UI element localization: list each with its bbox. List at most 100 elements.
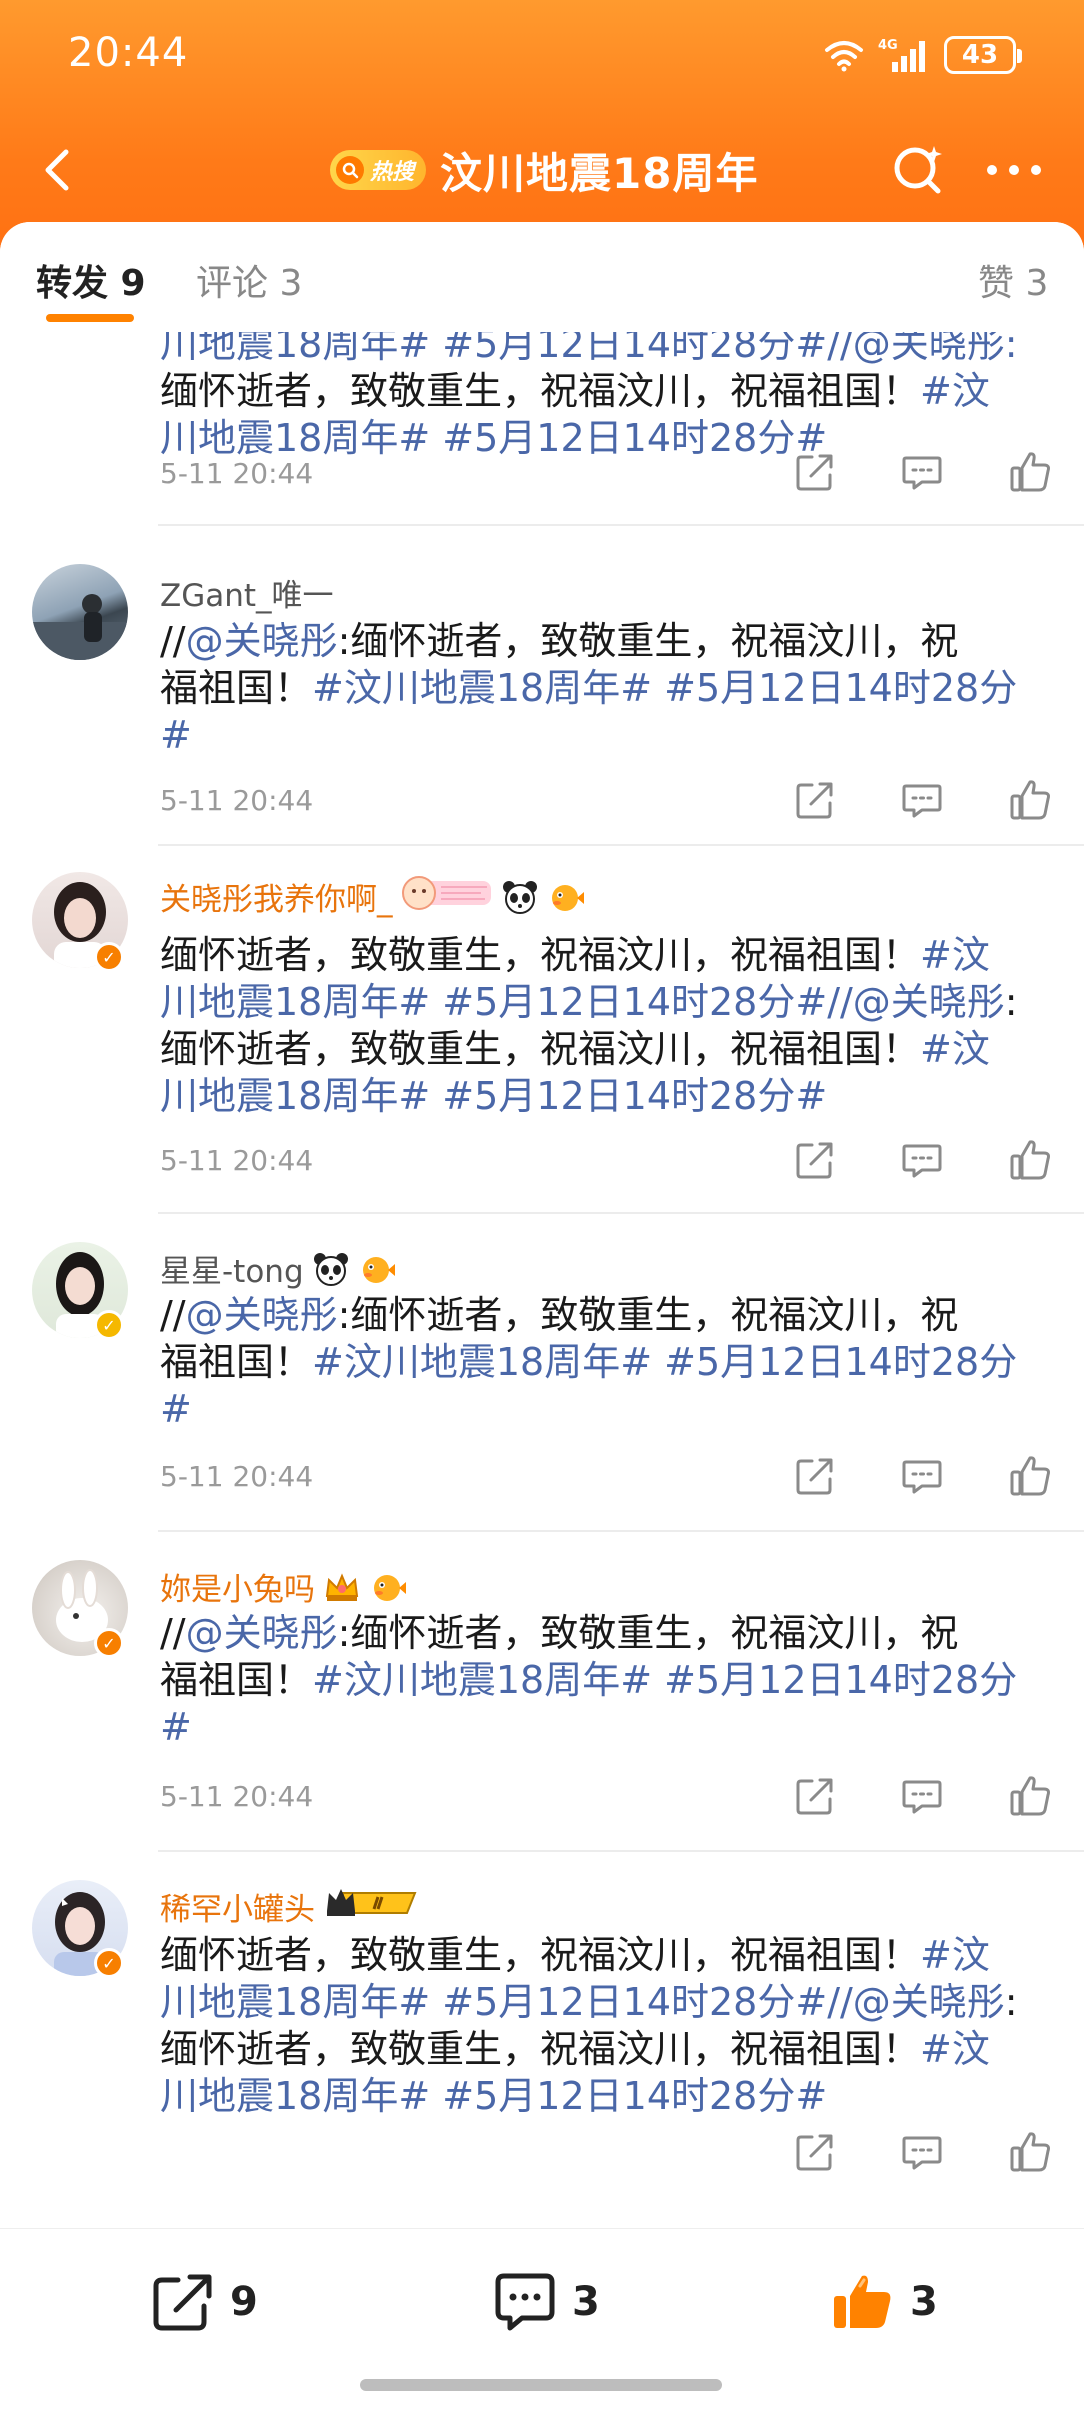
username[interactable]: 稀罕小罐头 [160,1884,423,1929]
post-text: //@关晓彤:缅怀逝者，致敬重生，祝福汶川，祝 福祖国！#汶川地震18周年# #5… [160,618,1060,759]
post-text-segment: 缅怀逝者，致敬重生，祝福汶川，祝福祖国！ [160,1027,921,1071]
comment-icon[interactable] [898,1136,946,1184]
topic-link[interactable]: 川地震18周年# #5月12日14时28分# [160,416,827,460]
topic-link[interactable]: #汶 [920,933,990,977]
home-indicator[interactable] [360,2379,722,2391]
post-text-line: 川地震18周年# #5月12日14时28分# [160,2073,1060,2120]
search-icon [336,156,364,184]
battery-level: 43 [961,40,999,70]
username-label: 妳是小兔吗 [160,1572,315,1608]
topic-link[interactable]: #汶 [920,2027,990,2071]
search-icon[interactable] [888,140,948,200]
post-text-line: 福祖国！#汶川地震18周年# #5月12日14时28分 [160,665,1060,712]
list-item: ✓ 关晓彤我养你啊_ 缅怀逝者，致敬重生，祝福汶川，祝福祖国！#汶 川地震18周年… [0,846,1084,1214]
repost-icon [153,2274,212,2331]
username[interactable]: ZGant_唯一 [160,570,334,615]
post-actions [790,1452,1054,1500]
more-icon[interactable] [980,144,1048,196]
username[interactable]: 关晓彤我养你啊_ [160,874,585,919]
panda-icon [501,879,539,915]
like-icon[interactable] [1006,1452,1054,1500]
topic-link[interactable]: #汶 [920,1933,990,1977]
post-text-segment: :缅怀逝者，致敬重生，祝福汶川，祝 [337,1293,959,1337]
post-time: 5-11 20:44 [160,784,314,817]
topic-link[interactable]: 川地震18周年# #5月12日14时28分#//@关晓彤 [160,980,1005,1024]
post-text-line: //@关晓彤:缅怀逝者，致敬重生，祝福汶川，祝 [160,1610,1060,1657]
post-text-line: //@关晓彤:缅怀逝者，致敬重生，祝福汶川，祝 [160,1292,1060,1339]
post-text-line: 福祖国！#汶川地震18周年# #5月12日14时28分 [160,1339,1060,1386]
tab-like[interactable]: 赞 3 [978,254,1048,306]
post-text-line: //@关晓彤:缅怀逝者，致敬重生，祝福汶川，祝 [160,618,1060,665]
topic-link[interactable]: 川地震18周年# #5月12日14时28分#//@关晓彤: [160,332,1018,366]
repost-icon[interactable] [790,1772,838,1820]
post-text-segment: : [1004,980,1018,1024]
post-text-segment: : [1004,1980,1018,2024]
repost-button[interactable]: 9 [150,2269,258,2335]
topic-link[interactable]: #汶川地震18周年# #5月12日14时28分 [312,1658,1017,1702]
comment-icon[interactable] [898,1772,946,1820]
status-time: 20:44 [68,30,189,76]
repost-icon[interactable] [790,1452,838,1500]
fan-badge-icon [401,875,493,919]
comment-icon[interactable] [898,1452,946,1500]
verified-badge-icon: ✓ [94,942,124,972]
repost-icon[interactable] [790,1136,838,1184]
post-time: 5-11 20:44 [160,1144,314,1177]
post-time: 5-11 20:44 [160,1780,314,1813]
topic-link[interactable]: 川地震18周年# #5月12日14时28分#//@关晓彤 [160,1980,1005,2024]
like-icon[interactable] [1006,1772,1054,1820]
repost-icon[interactable] [790,776,838,824]
username-label: 星星-tong [160,1254,304,1290]
comment-icon[interactable] [898,448,946,496]
bottom-action-bar: 9 3 3 [0,2228,1084,2412]
like-button[interactable]: 3 [830,2269,938,2335]
topic-link[interactable]: #汶 [920,369,990,413]
topic-link[interactable]: #汶 [920,1027,990,1071]
post-text-segment: 缅怀逝者，致敬重生，祝福汶川，祝福祖国！ [160,1933,921,1977]
repost-list[interactable]: 川地震18周年# #5月12日14时28分#//@关晓彤: 缅怀逝者，致敬重生，祝… [0,332,1084,2202]
comment-count: 3 [572,2279,600,2325]
topic-link[interactable]: 川地震18周年# #5月12日14时28分# [160,2074,827,2118]
post-actions [790,448,1054,496]
comment-icon[interactable] [898,776,946,824]
like-icon[interactable] [1006,776,1054,824]
comment-icon[interactable] [898,2128,946,2176]
like-icon[interactable] [1006,2128,1054,2176]
topic-link[interactable]: @关晓彤 [186,1293,338,1337]
post-text: 缅怀逝者，致敬重生，祝福汶川，祝福祖国！#汶 川地震18周年# #5月12日14时… [160,1932,1060,2120]
hot-search-badge: 热搜 [330,150,427,190]
topic-link[interactable]: #汶川地震18周年# #5月12日14时28分 [312,1340,1017,1384]
post-text-line: 缅怀逝者，致敬重生，祝福汶川，祝福祖国！#汶 [160,368,1060,415]
comment-icon [495,2273,555,2331]
like-icon[interactable] [1006,1136,1054,1184]
post-actions [790,1136,1054,1184]
username[interactable]: 妳是小兔吗 [160,1564,407,1609]
post-text-line: # [160,1386,1060,1433]
post-text: //@关晓彤:缅怀逝者，致敬重生，祝福汶川，祝 福祖国！#汶川地震18周年# #5… [160,1292,1060,1433]
tab-comment[interactable]: 评论 3 [196,254,302,306]
verified-badge-icon: ✓ [94,1310,124,1340]
post-actions [790,776,1054,824]
repost-icon[interactable] [790,2128,838,2176]
repost-icon[interactable] [790,448,838,496]
member-level-badge-icon [323,1885,423,1929]
topic-link[interactable]: #汶川地震18周年# #5月12日14时28分 [312,666,1017,710]
avatar[interactable] [32,564,128,660]
topic-link[interactable]: # [160,1387,192,1431]
post-text-segment: 福祖国！ [160,1658,313,1702]
verified-badge-icon: ✓ [94,1628,124,1658]
topic-link[interactable]: # [160,713,192,757]
topic-link[interactable]: 川地震18周年# #5月12日14时28分# [160,1074,827,1118]
comment-button[interactable]: 3 [492,2269,600,2335]
topic-link[interactable]: # [160,1705,192,1749]
topic-link[interactable]: @关晓彤 [186,1611,338,1655]
like-icon[interactable] [1006,448,1054,496]
post-text-segment: 福祖国！ [160,1340,313,1384]
post-text-segment: 缅怀逝者，致敬重生，祝福汶川，祝福祖国！ [160,2027,921,2071]
username[interactable]: 星星-tong [160,1246,396,1291]
tab-repost[interactable]: 转发 9 [36,254,146,306]
back-arrow-icon[interactable] [30,142,86,198]
post-actions [790,2128,1054,2176]
nav-title-group[interactable]: 热搜 汶川地震18周年 [330,142,758,198]
topic-link[interactable]: @关晓彤 [186,619,338,663]
